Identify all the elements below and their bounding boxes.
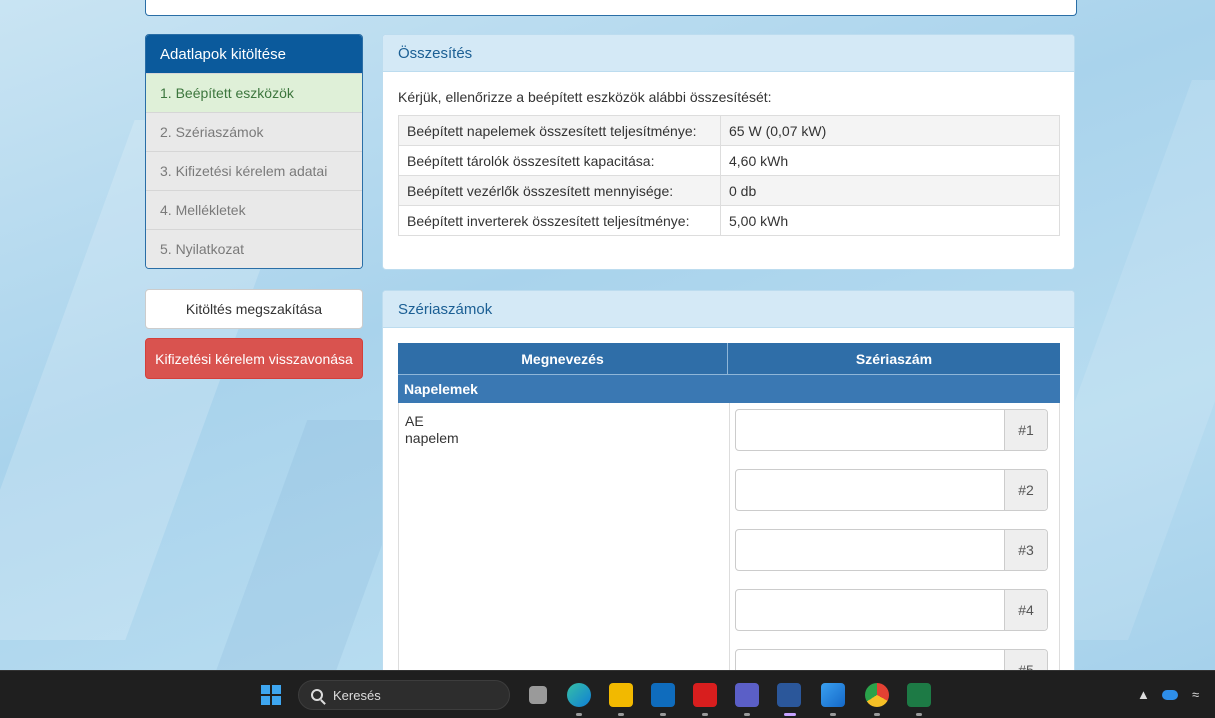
summary-label: Beépített tárolók összesített kapacitása… xyxy=(398,145,721,176)
running-indicator xyxy=(830,713,836,716)
item-name-line: AE xyxy=(405,413,424,429)
summary-intro: Kérjük, ellenőrizze a beépített eszközök… xyxy=(398,89,772,105)
item-name-line: napelem xyxy=(405,430,459,446)
serial-input-group: #4 xyxy=(735,589,1048,631)
nav-item-installed-devices[interactable]: 1. Beépített eszközök xyxy=(146,73,362,112)
nav-item-declaration[interactable]: 5. Nyilatkozat xyxy=(146,229,362,268)
serial-number-input[interactable] xyxy=(736,410,1005,450)
summary-table: Beépített napelemek összesített teljesít… xyxy=(398,115,1060,236)
search-icon xyxy=(311,689,323,701)
summary-value: 5,00 kWh xyxy=(720,205,1060,236)
task-view-icon[interactable] xyxy=(529,686,547,704)
running-indicator xyxy=(916,713,922,716)
active-indicator xyxy=(784,713,796,716)
table-row: Beépített inverterek összesített teljesí… xyxy=(398,205,1060,236)
column-header-name: Megnevezés xyxy=(398,343,728,374)
serial-input-group: #1 xyxy=(735,409,1048,451)
running-indicator xyxy=(702,713,708,716)
form-steps-nav: Adatlapok kitöltése 1. Beépített eszközö… xyxy=(145,34,363,269)
running-indicator xyxy=(874,713,880,716)
windows-start-icon[interactable] xyxy=(261,685,281,705)
acrobat-icon[interactable] xyxy=(693,683,717,707)
running-indicator xyxy=(576,713,582,716)
edge-icon[interactable] xyxy=(567,683,591,707)
excel-icon[interactable] xyxy=(907,683,931,707)
serial-index-addon: #3 xyxy=(1005,530,1047,570)
summary-value: 4,60 kWh xyxy=(720,145,1060,176)
nav-header: Adatlapok kitöltése xyxy=(146,35,362,73)
serial-index-addon: #4 xyxy=(1005,590,1047,630)
panel-title: Szériaszámok xyxy=(383,291,1074,328)
top-panel-edge xyxy=(145,0,1077,16)
summary-label: Beépített napelemek összesített teljesít… xyxy=(398,115,721,146)
nav-item-payment-request-data[interactable]: 3. Kifizetési kérelem adatai xyxy=(146,151,362,190)
summary-panel: Összesítés Kérjük, ellenőrizze a beépíte… xyxy=(382,34,1075,270)
running-indicator xyxy=(618,713,624,716)
table-row: AE napelem #1 #2 #3 #4 #5 xyxy=(398,403,1060,689)
serial-table-header: Megnevezés Szériaszám xyxy=(398,343,1060,374)
column-header-serial: Szériaszám xyxy=(855,350,933,367)
serial-input-group: #3 xyxy=(735,529,1048,571)
serial-number-input[interactable] xyxy=(736,530,1005,570)
panel-title: Összesítés xyxy=(383,35,1074,72)
summary-value: 65 W (0,07 kW) xyxy=(720,115,1060,146)
taskbar: Keresés ▲ ≈ xyxy=(0,670,1215,718)
serial-table: Megnevezés Szériaszám Napelemek AE napel… xyxy=(398,343,1060,689)
column-divider xyxy=(729,403,730,689)
taskbar-search-box[interactable]: Keresés xyxy=(298,680,510,710)
chrome-icon[interactable] xyxy=(865,683,889,707)
item-name: AE napelem xyxy=(405,413,705,447)
summary-value: 0 db xyxy=(720,175,1060,206)
table-row: Beépített tárolók összesített kapacitása… xyxy=(398,145,1060,176)
serial-input-group: #2 xyxy=(735,469,1048,511)
chevron-up-icon[interactable]: ▲ xyxy=(1137,687,1150,702)
abort-filling-button[interactable]: Kitöltés megszakítása xyxy=(145,289,363,329)
revoke-request-button[interactable]: Kifizetési kérelem visszavonása xyxy=(145,338,363,379)
running-indicator xyxy=(660,713,666,716)
nav-item-attachments[interactable]: 4. Mellékletek xyxy=(146,190,362,229)
outlook-icon[interactable] xyxy=(651,683,675,707)
summary-label: Beépített inverterek összesített teljesí… xyxy=(398,205,721,236)
nav-item-serial-numbers[interactable]: 2. Szériaszámok xyxy=(146,112,362,151)
table-row: Beépített vezérlők összesített mennyiség… xyxy=(398,175,1060,206)
word-icon[interactable] xyxy=(777,683,801,707)
search-label: Keresés xyxy=(333,687,381,703)
serial-index-addon: #2 xyxy=(1005,470,1047,510)
serial-index-addon: #1 xyxy=(1005,410,1047,450)
photos-icon[interactable] xyxy=(821,683,845,707)
table-row: Beépített napelemek összesített teljesít… xyxy=(398,115,1060,146)
group-row-solar-panels: Napelemek xyxy=(398,374,1060,403)
wifi-icon[interactable]: ≈ xyxy=(1192,687,1199,702)
serial-numbers-panel: Szériaszámok Megnevezés Szériaszám Napel… xyxy=(382,290,1075,690)
serial-number-input[interactable] xyxy=(736,590,1005,630)
running-indicator xyxy=(744,713,750,716)
teams-icon[interactable] xyxy=(735,683,759,707)
summary-label: Beépített vezérlők összesített mennyiség… xyxy=(398,175,721,206)
onedrive-icon[interactable] xyxy=(1162,690,1178,700)
serial-number-input[interactable] xyxy=(736,470,1005,510)
file-explorer-icon[interactable] xyxy=(609,683,633,707)
